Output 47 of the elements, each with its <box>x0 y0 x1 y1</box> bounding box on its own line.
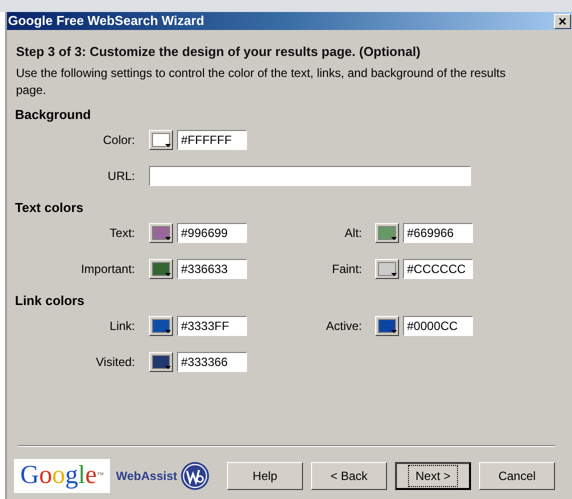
field-label: Color: <box>102 132 135 149</box>
section-heading: Link colors <box>14 293 86 309</box>
section-heading: Background <box>14 107 92 123</box>
step-title: Step 3 of 3: Customize the design of your results page. (Optional) <box>15 43 422 60</box>
field-label: Alt: <box>344 225 362 242</box>
color-value-field[interactable]: #3333FF <box>177 316 247 336</box>
color-picker-button[interactable] <box>149 316 173 336</box>
wizard-button[interactable]: Next > <box>395 462 471 490</box>
color-picker-button[interactable] <box>375 259 399 279</box>
field-label: Active: <box>324 318 362 335</box>
wizard-button[interactable]: Cancel <box>479 462 555 490</box>
color-value-field[interactable]: #333366 <box>177 352 247 372</box>
field-label: Link: <box>108 318 135 335</box>
field-label: Visited: <box>94 354 135 371</box>
color-picker-button[interactable] <box>149 259 173 279</box>
caret-icon <box>165 273 171 277</box>
wizard-button[interactable]: < Back <box>311 462 387 490</box>
section-heading: Text colors <box>14 200 84 216</box>
caret-icon <box>165 366 171 370</box>
color-value-field[interactable]: #669966 <box>403 223 473 243</box>
color-picker-button[interactable] <box>149 352 173 372</box>
color-value-field[interactable]: #FFFFFF <box>177 130 247 150</box>
caret-icon <box>165 144 171 148</box>
wizard-button[interactable]: Help <box>227 462 303 490</box>
caret-icon <box>165 237 171 241</box>
webassist-logo-text: WebAssist <box>116 468 178 484</box>
close-button[interactable]: × <box>554 14 571 28</box>
caret-icon <box>391 330 397 334</box>
window-title: Google Free WebSearch Wizard <box>7 12 204 30</box>
field-label: URL: <box>106 168 135 185</box>
description-text: Use the following settings to control the color of the text, links, and background of the results page. <box>15 65 507 99</box>
color-value-field[interactable]: #CCCCCC <box>403 259 473 279</box>
field-label: Important: <box>80 261 135 278</box>
color-picker-button[interactable] <box>375 223 399 243</box>
field-label: Text: <box>108 225 135 242</box>
url-field[interactable] <box>149 166 471 186</box>
field-label: Faint: <box>330 261 362 278</box>
caret-icon <box>165 330 171 334</box>
color-value-field[interactable]: #336633 <box>177 259 247 279</box>
color-value-field[interactable]: #0000CC <box>403 316 473 336</box>
color-picker-button[interactable] <box>375 316 399 336</box>
color-value-field[interactable]: #996699 <box>177 223 247 243</box>
color-picker-button[interactable] <box>149 130 173 150</box>
caret-icon <box>391 273 397 277</box>
caret-icon <box>391 237 397 241</box>
webassist-emblem-icon <box>180 460 210 490</box>
color-picker-button[interactable] <box>149 223 173 243</box>
